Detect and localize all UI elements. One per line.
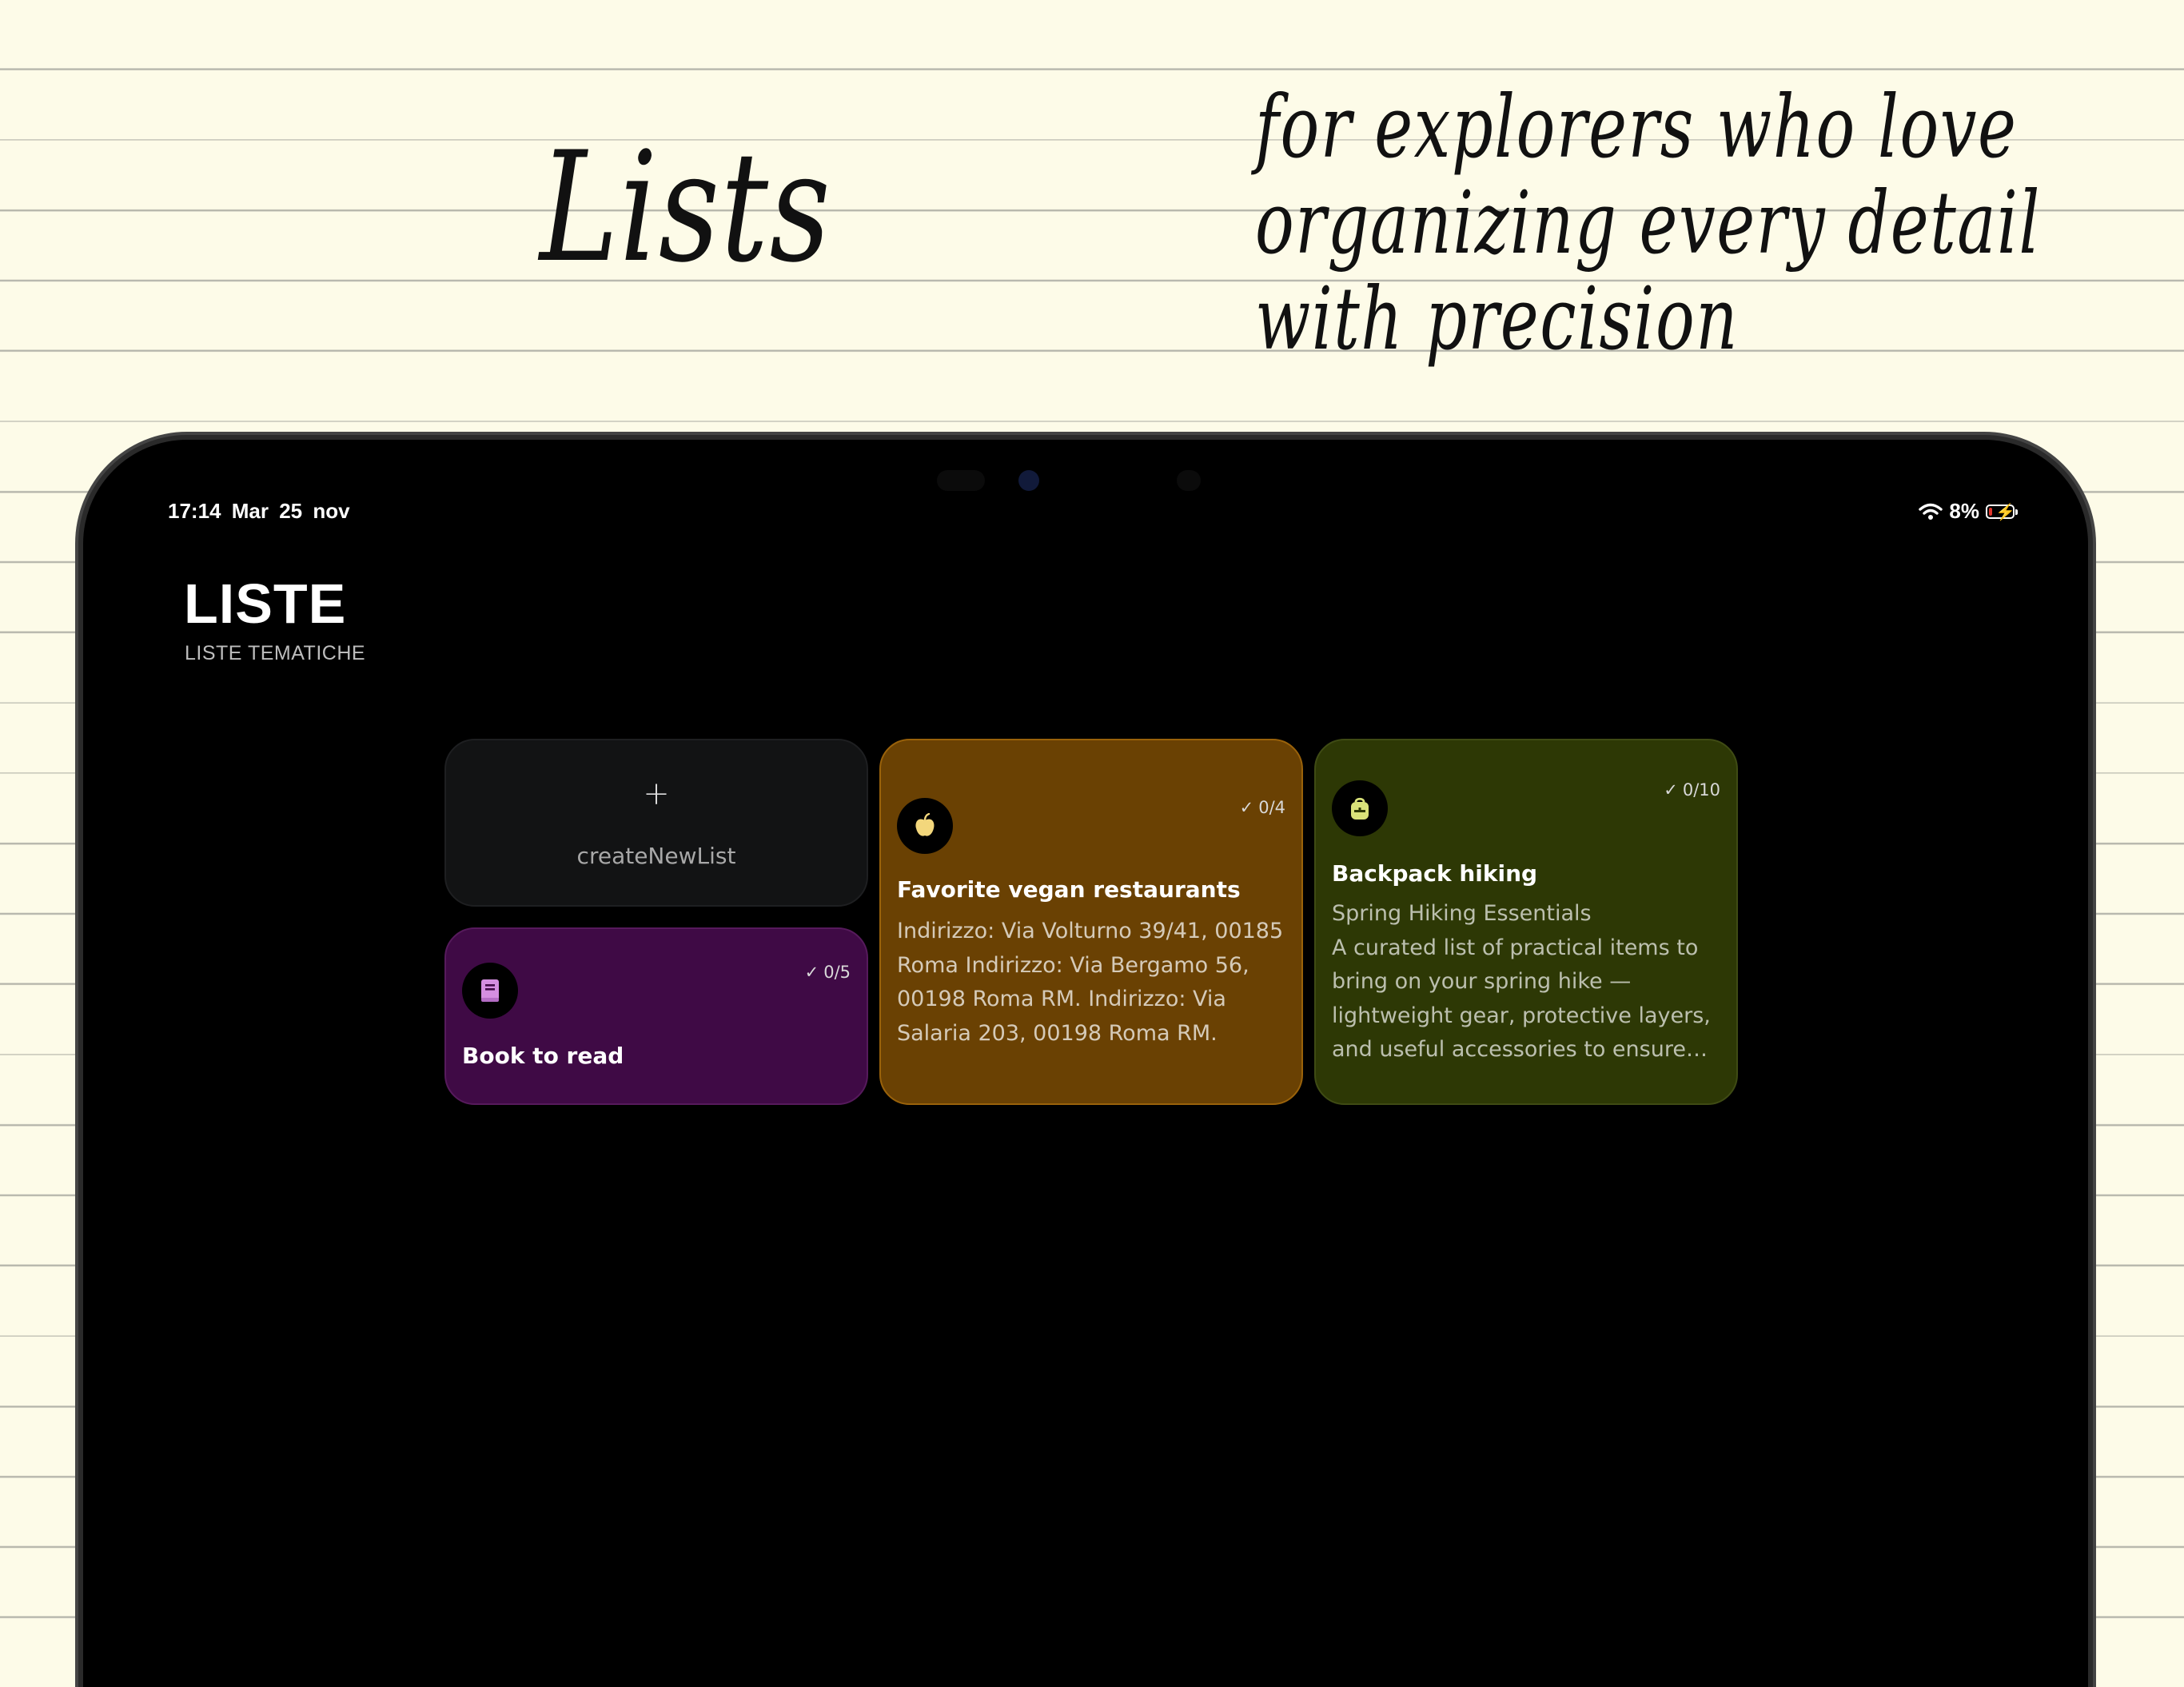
status-time: 17:14 <box>168 499 221 523</box>
list-title: Book to read <box>462 1043 624 1069</box>
page-subtitle[interactable]: LISTE TEMATICHE <box>185 642 365 665</box>
camera-housing-left <box>937 470 985 491</box>
list-card-favorite-vegan-restaurants[interactable]: ✓ 0/4 Favorite vegan restaurants Indirizz… <box>879 739 1303 1105</box>
backpack-icon <box>1332 780 1388 836</box>
page-title: LISTE <box>184 572 347 635</box>
marketing-headline: Lists <box>540 119 832 296</box>
status-bar-right: 8% ⚡ <box>1919 499 2018 524</box>
create-new-list-label: createNewList <box>576 843 736 869</box>
progress-count: ✓ 0/5 <box>804 963 851 982</box>
status-bar-left: 17:14 Mar 25 nov <box>168 499 350 524</box>
list-card-backpack-hiking[interactable]: ✓ 0/10 Backpack hiking Spring Hiking Esse… <box>1314 739 1738 1105</box>
progress-count: ✓ 0/10 <box>1664 780 1720 800</box>
battery-percentage: 8% <box>1949 499 1979 523</box>
list-description: Spring Hiking Essentials A curated list … <box>1332 901 1711 1062</box>
list-title: Backpack hiking <box>1332 860 1538 887</box>
create-new-list-button[interactable]: + createNewList <box>444 739 868 907</box>
wifi-icon <box>1919 503 1943 520</box>
list-title: Favorite vegan restaurants <box>897 876 1241 903</box>
book-icon <box>462 963 518 1019</box>
list-card-book-to-read[interactable]: ✓ 0/5 Book to read <box>444 927 868 1105</box>
apple-icon <box>897 798 953 854</box>
status-date: Mar 25 nov <box>231 499 350 523</box>
tablet-screen: 17:14 Mar 25 nov 8% ⚡ LISTE LISTE TEMATI… <box>83 440 2088 1687</box>
progress-count: ✓ 0/4 <box>1239 798 1285 817</box>
check-icon: ✓ <box>1664 780 1678 800</box>
camera-housing-right <box>1177 470 1201 491</box>
list-description: Indirizzo: Via Volturno 39/41, 00185 Rom… <box>897 919 1284 1046</box>
check-icon: ✓ <box>804 963 819 982</box>
marketing-tagline: for explorers who love organizing every … <box>1255 78 2041 369</box>
battery-charging-icon: ⚡ <box>1986 504 2018 521</box>
check-icon: ✓ <box>1239 798 1254 817</box>
front-camera-icon <box>1018 470 1039 491</box>
plus-icon: + <box>643 776 670 812</box>
